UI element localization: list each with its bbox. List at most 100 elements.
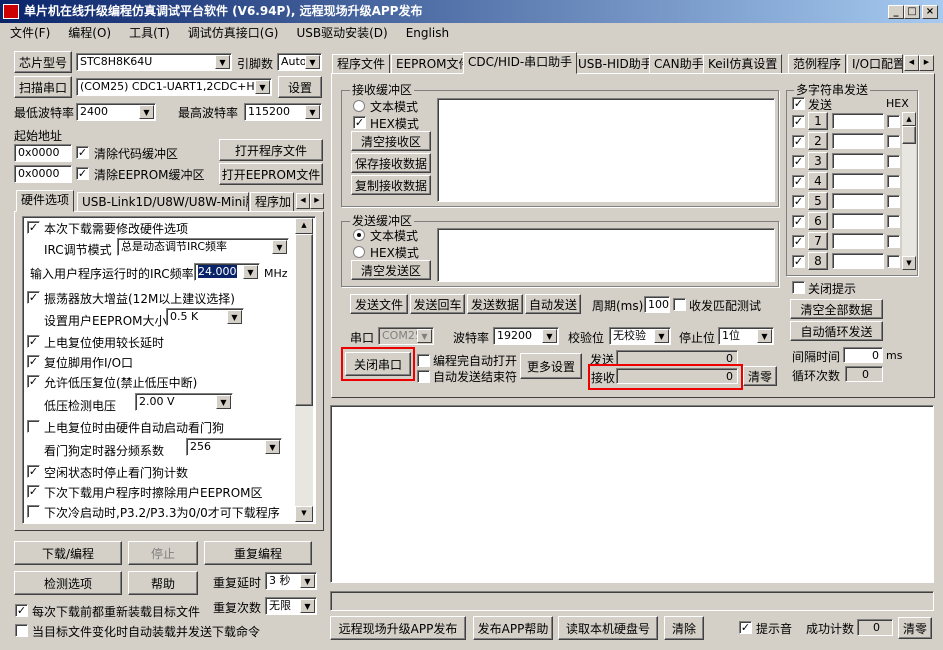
multi-row-send-button[interactable]: 4 xyxy=(808,172,828,190)
menu-debug[interactable]: 调试仿真接口(G) xyxy=(188,26,279,40)
auto-loop-button[interactable]: 自动循环发送 xyxy=(790,321,883,341)
port-combo[interactable]: COM25 ▼ xyxy=(378,327,434,345)
wdt-div-select[interactable]: 256 ▼ xyxy=(186,438,282,456)
min-baud-select[interactable]: 2400 ▼ xyxy=(76,103,156,121)
tx-clear-button[interactable]: 清空发送区 xyxy=(351,260,431,280)
scroll-down-icon[interactable]: ▼ xyxy=(902,256,916,270)
tx-textarea[interactable] xyxy=(437,228,775,282)
reprogram-button[interactable]: 重复编程 xyxy=(204,541,312,565)
close-button[interactable]: × xyxy=(922,5,938,19)
scroll-thumb[interactable] xyxy=(295,234,313,406)
multi-row-send-checkbox[interactable]: ✓ xyxy=(792,255,805,268)
opt-lvr-checkbox[interactable]: ✓ xyxy=(27,375,40,388)
stop-button[interactable]: 停止 xyxy=(128,541,198,565)
scan-port-button[interactable]: 扫描串口 xyxy=(14,76,72,98)
multi-row-text-input[interactable] xyxy=(832,193,884,209)
multi-row-hex-checkbox[interactable] xyxy=(887,175,900,188)
tab-program-file[interactable]: 程序文件 xyxy=(332,54,391,74)
chip-model-button[interactable]: 芯片型号 xyxy=(14,51,72,73)
period-input[interactable]: 100 xyxy=(644,296,670,313)
multi-row-send-button[interactable]: 1 xyxy=(808,112,828,130)
multi-row-text-input[interactable] xyxy=(832,173,884,189)
tab-usb-hid[interactable]: USB-HID助手 xyxy=(573,54,658,74)
reset-count-button[interactable]: 清零 xyxy=(898,617,932,639)
tab-scroll-right-icon[interactable]: ▶ xyxy=(310,193,324,209)
multi-row-text-input[interactable] xyxy=(832,133,884,149)
eeprom-size-select[interactable]: 0.5 K ▼ xyxy=(166,308,244,326)
match-test-checkbox[interactable] xyxy=(673,298,686,311)
multi-row-send-checkbox[interactable]: ✓ xyxy=(792,135,805,148)
port-select[interactable]: (COM25) CDC1-UART1,2CDC+HID ▼ xyxy=(76,78,272,96)
opt-osc-checkbox[interactable]: ✓ xyxy=(27,291,40,304)
multi-row-hex-checkbox[interactable] xyxy=(887,155,900,168)
tx-hex-mode-radio[interactable] xyxy=(353,246,365,258)
tab-scroll-left-icon[interactable]: ◀ xyxy=(904,55,919,71)
rx-text-mode-radio[interactable] xyxy=(353,100,365,112)
chip-model-select[interactable]: STC8H8K64U ▼ xyxy=(76,53,232,71)
rx-hex-checkbox[interactable]: ✓ xyxy=(353,116,366,129)
close-port-button[interactable]: 关闭串口 xyxy=(345,352,411,376)
settings-button[interactable]: 设置 xyxy=(278,76,322,98)
tab-scroll-left-icon[interactable]: ◀ xyxy=(296,193,310,209)
rx-textarea[interactable] xyxy=(437,98,775,202)
check-options-button[interactable]: 检测选项 xyxy=(14,571,122,595)
multi-row-hex-checkbox[interactable] xyxy=(887,235,900,248)
multi-row-hex-checkbox[interactable] xyxy=(887,255,900,268)
multi-row-text-input[interactable] xyxy=(832,233,884,249)
tab-keil[interactable]: Keil仿真设置 xyxy=(703,54,783,74)
scroll-up-icon[interactable]: ▲ xyxy=(295,218,313,234)
opt-modify-checkbox[interactable]: ✓ xyxy=(27,221,40,234)
maximize-button[interactable]: □ xyxy=(904,5,920,19)
tab-examples[interactable]: 范例程序 xyxy=(788,54,847,74)
open-eeprom-button[interactable]: 打开EEPROM文件 xyxy=(219,163,323,185)
multi-row-send-button[interactable]: 8 xyxy=(808,252,828,270)
multi-scroll-thumb[interactable] xyxy=(902,126,916,144)
more-settings-button[interactable]: 更多设置 xyxy=(520,353,582,379)
multi-row-send-checkbox[interactable]: ✓ xyxy=(792,195,805,208)
max-baud-select[interactable]: 115200 ▼ xyxy=(244,103,322,121)
opt-idle-checkbox[interactable]: ✓ xyxy=(27,465,40,478)
stop-bits-combo[interactable]: 1位 ▼ xyxy=(718,327,774,345)
multi-row-send-button[interactable]: 2 xyxy=(808,132,828,150)
opt-p32-checkbox[interactable] xyxy=(27,505,40,518)
tx-text-mode-radio[interactable] xyxy=(353,229,365,241)
multi-row-text-input[interactable] xyxy=(832,213,884,229)
tab-usb-link[interactable]: USB-Link1D/U8W/U8W-Mini脱机 xyxy=(77,192,249,212)
autoload-checkbox[interactable] xyxy=(15,624,28,637)
send-cr-button[interactable]: 发送回车 xyxy=(410,294,465,314)
remote-upgrade-button[interactable]: 远程现场升级APP发布 xyxy=(330,616,466,640)
multi-row-hex-checkbox[interactable] xyxy=(887,215,900,228)
clear-code-checkbox[interactable]: ✓ xyxy=(76,146,89,159)
publish-help-button[interactable]: 发布APP帮助 xyxy=(473,616,553,640)
multi-row-text-input[interactable] xyxy=(832,153,884,169)
menu-program[interactable]: 编程(O) xyxy=(68,26,111,40)
close-hint-checkbox[interactable] xyxy=(792,281,805,294)
tab-cdc-serial[interactable]: CDC/HID-串口助手 xyxy=(463,52,578,74)
parity-combo[interactable]: 无校验 ▼ xyxy=(609,327,671,345)
multi-row-hex-checkbox[interactable] xyxy=(887,115,900,128)
menu-file[interactable]: 文件(F) xyxy=(10,26,50,40)
multi-row-send-checkbox[interactable]: ✓ xyxy=(792,215,805,228)
clear-eeprom-checkbox[interactable]: ✓ xyxy=(76,167,89,180)
rx-save-button[interactable]: 保存接收数据 xyxy=(351,153,431,173)
baud-combo[interactable]: 19200 ▼ xyxy=(493,327,559,345)
multi-row-send-checkbox[interactable]: ✓ xyxy=(792,155,805,168)
multi-row-send-checkbox[interactable]: ✓ xyxy=(792,175,805,188)
reload-checkbox[interactable]: ✓ xyxy=(15,604,28,617)
download-button[interactable]: 下载/编程 xyxy=(14,541,122,565)
addr-field-1[interactable]: 0x0000 xyxy=(14,144,72,162)
multi-row-send-button[interactable]: 3 xyxy=(808,152,828,170)
multi-row-send-checkbox[interactable]: ✓ xyxy=(792,235,805,248)
retry-count-select[interactable]: 无限 ▼ xyxy=(265,597,317,615)
multi-row-text-input[interactable] xyxy=(832,113,884,129)
tab-hardware[interactable]: 硬件选项 xyxy=(16,190,75,212)
multi-row-send-button[interactable]: 6 xyxy=(808,212,828,230)
clear-log-button[interactable]: 清除 xyxy=(664,616,704,640)
rx-copy-button[interactable]: 复制接收数据 xyxy=(351,175,431,195)
multi-row-send-checkbox[interactable]: ✓ xyxy=(792,115,805,128)
tab-scroll-right-icon[interactable]: ▶ xyxy=(919,55,934,71)
retry-delay-select[interactable]: 3 秒 ▼ xyxy=(265,572,317,590)
interval-input[interactable]: 0 xyxy=(843,347,883,363)
rx-clear-button[interactable]: 清空接收区 xyxy=(351,131,431,151)
multi-row-send-button[interactable]: 5 xyxy=(808,192,828,210)
